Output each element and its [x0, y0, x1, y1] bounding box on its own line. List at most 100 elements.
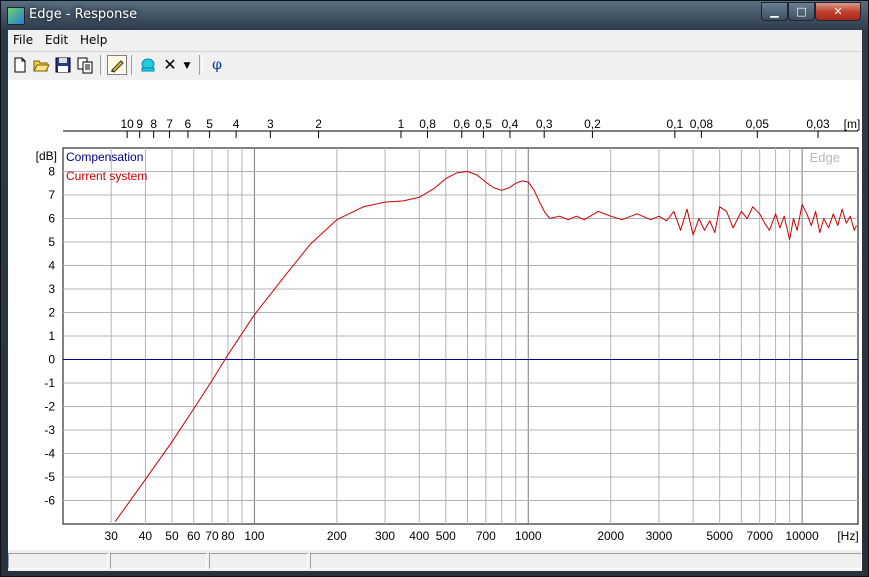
top-tick-label: 2 — [315, 117, 322, 131]
dropdown-arrow-icon: ▼ — [183, 61, 191, 71]
new-document-button[interactable] — [10, 55, 30, 75]
close-button[interactable]: ✕ — [815, 2, 861, 21]
top-tick-label: 0,8 — [419, 117, 436, 131]
save-button[interactable] — [53, 55, 73, 75]
y-tick-label: 7 — [48, 188, 55, 202]
legend-entry: Current system — [66, 169, 147, 183]
x-tick-label: 400 — [409, 529, 429, 543]
y-tick-label: -6 — [44, 494, 55, 508]
x-tick-label: 7000 — [746, 529, 773, 543]
y-tick-label: 6 — [48, 212, 55, 226]
response-chart[interactable]: -6 -5 -4 -3 -2 -1 0 1 2 3 4 5 6 7 8 30 40 50 60 70 80 100 200 3… — [8, 80, 862, 550]
y-tick-label: -1 — [44, 376, 55, 390]
y-tick-label: 2 — [48, 306, 55, 320]
maximize-icon: □ — [796, 5, 807, 18]
minimize-button[interactable]: ▁ — [761, 2, 788, 21]
status-pane-4 — [310, 553, 862, 569]
top-tick-label: 0,5 — [475, 117, 492, 131]
minimize-icon: ▁ — [770, 5, 779, 18]
copy-icon — [77, 57, 93, 74]
top-tick-label: 0,05 — [746, 117, 770, 131]
x-tick-label: 40 — [139, 529, 153, 543]
app-icon[interactable] — [7, 7, 25, 25]
delete-button[interactable]: ✕ — [160, 55, 180, 75]
top-tick-label: 1 — [398, 117, 405, 131]
x-tick-label: 3000 — [646, 529, 673, 543]
legend-entry: Compensation — [66, 150, 143, 164]
client-area: File Edit Help ✕ ▼ φ -6 -5 -4 -3 -2 -1 0… — [8, 30, 862, 571]
top-tick-label: 4 — [233, 117, 240, 131]
app-window: Edge - Response ▁ □ ✕ File Edit Help ✕ ▼… — [0, 0, 869, 577]
y-tick-label: -3 — [44, 423, 55, 437]
status-pane-1 — [8, 553, 108, 569]
x-tick-label: 60 — [187, 529, 201, 543]
top-tick-label: 7 — [166, 117, 173, 131]
top-tick-label: 8 — [150, 117, 157, 131]
pencil-edit-icon — [111, 60, 124, 73]
save-disk-icon — [55, 57, 71, 73]
delete-dropdown-button[interactable]: ▼ — [180, 55, 194, 75]
phase-button[interactable]: φ — [207, 55, 227, 75]
watermark-text: Edge — [810, 150, 840, 165]
x-tick-label: 200 — [327, 529, 347, 543]
status-pane-3 — [209, 553, 308, 569]
top-tick-label: 0,2 — [584, 117, 601, 131]
top-tick-label: 0,4 — [502, 117, 519, 131]
open-button[interactable] — [31, 55, 51, 75]
y-tick-label: 3 — [48, 282, 55, 296]
new-document-icon — [14, 57, 26, 73]
toolbar: ✕ ▼ φ — [8, 51, 862, 81]
status-bar — [8, 551, 862, 571]
top-tick-label: 0,08 — [690, 117, 714, 131]
top-tick-label: 0,3 — [536, 117, 553, 131]
x-tick-label: 300 — [375, 529, 395, 543]
y-tick-label: 5 — [48, 235, 55, 249]
toolbar-separator — [131, 55, 135, 75]
open-folder-icon — [33, 60, 50, 72]
close-icon: ✕ — [833, 5, 843, 18]
y-tick-label: 0 — [48, 353, 55, 367]
x-axis-label: [Hz] — [837, 529, 858, 543]
menu-help[interactable]: Help — [80, 33, 107, 47]
chart-canvas: -6-5-4-3-2-101234567830 40 50 60 70 80 100 200 3… — [36, 117, 861, 543]
top-axis-label: [m] — [844, 117, 861, 131]
top-tick-label: 0,1 — [667, 117, 684, 131]
y-tick-label: 1 — [48, 329, 55, 343]
top-tick-label: 9 — [136, 117, 143, 131]
x-tick-label: 1000 — [515, 529, 542, 543]
x-tick-label: 50 — [165, 529, 179, 543]
copy-button[interactable] — [75, 55, 95, 75]
y-tick-label: 4 — [48, 259, 55, 273]
menu-edit[interactable]: Edit — [45, 33, 68, 47]
y-axis-label: [dB] — [36, 149, 57, 163]
x-tick-label: 70 — [205, 529, 219, 543]
blob-button[interactable] — [138, 55, 158, 75]
top-tick-label: 0,6 — [453, 117, 470, 131]
top-tick-label: 3 — [267, 117, 274, 131]
top-tick-label: 6 — [185, 117, 192, 131]
toolbar-separator — [100, 55, 104, 75]
window-title: Edge - Response — [29, 7, 138, 22]
top-tick-label: 10 — [120, 117, 134, 131]
x-tick-label: 100 — [244, 529, 264, 543]
title-bar[interactable]: Edge - Response ▁ □ ✕ — [1, 1, 868, 30]
x-tick-label: 500 — [436, 529, 456, 543]
x-tick-label: 80 — [221, 529, 235, 543]
x-tick-label: 2000 — [597, 529, 624, 543]
status-pane-2 — [110, 553, 207, 569]
maximize-button[interactable]: □ — [788, 2, 815, 21]
menu-bar: File Edit Help — [8, 30, 862, 50]
blob-icon — [141, 58, 155, 72]
y-tick-label: 8 — [48, 165, 55, 179]
top-tick-label: 0,03 — [806, 117, 830, 131]
y-tick-label: -5 — [44, 470, 55, 484]
delete-x-icon: ✕ — [163, 55, 177, 74]
x-tick-label: 5000 — [706, 529, 733, 543]
x-tick-label: 30 — [105, 529, 119, 543]
y-tick-label: -4 — [44, 447, 55, 461]
edit-button[interactable] — [107, 55, 127, 75]
menu-file[interactable]: File — [13, 33, 33, 47]
toolbar-separator — [199, 55, 203, 75]
phi-icon: φ — [212, 57, 222, 73]
x-tick-label: 10000 — [785, 529, 819, 543]
